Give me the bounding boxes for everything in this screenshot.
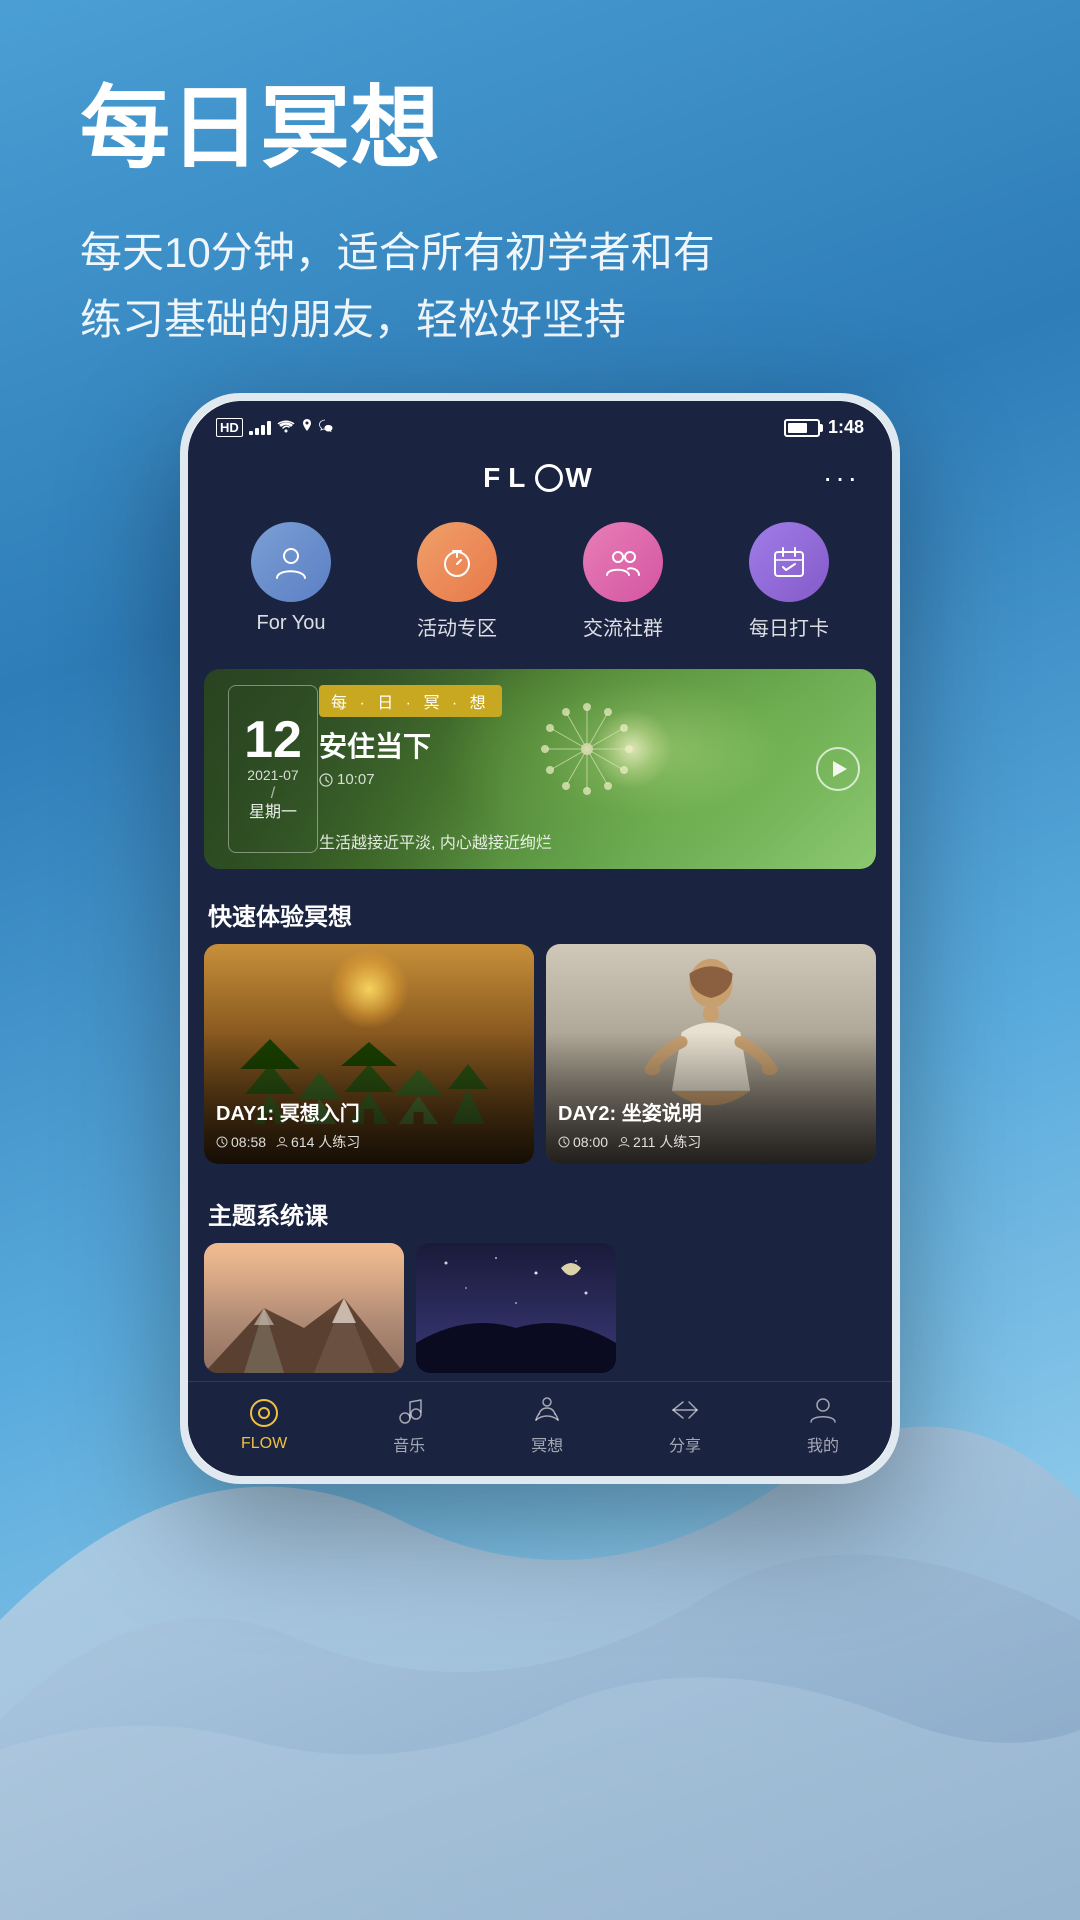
card-2-meta: 08:00 211 人练习 [558, 1132, 864, 1152]
signal-icon [249, 421, 271, 435]
phone-mockup: HD [180, 393, 900, 1484]
banner-description: 生活越接近平淡, 内心越接近绚烂 [319, 829, 816, 853]
time-display: 1:48 [828, 417, 864, 438]
night-sky-icon [416, 1243, 616, 1373]
nav-profile[interactable]: 我的 [807, 1394, 839, 1456]
hd-icon: HD [216, 418, 243, 437]
phone-screen: HD [188, 401, 892, 1476]
sub-desc-line1: 每天10分钟，适合所有初学者和有 [80, 229, 715, 276]
sub-description: 每天10分钟，适合所有初学者和有 练习基础的朋友，轻松好坚持 [80, 219, 1000, 353]
sub-desc-line2: 练习基础的朋友，轻松好坚持 [80, 296, 626, 343]
theme-card-night[interactable] [416, 1243, 616, 1373]
main-title: 每日冥想 [80, 80, 1000, 179]
activity-label: 活动专区 [417, 612, 497, 641]
card-1-duration: 08:58 [216, 1132, 266, 1152]
category-daily[interactable]: 每日打卡 [749, 522, 829, 641]
banner-time: 10:07 [319, 771, 826, 788]
person-small-icon [276, 1136, 288, 1148]
nav-meditation-label: 冥想 [531, 1432, 563, 1456]
card-1-title: DAY1: 冥想入门 [216, 1097, 522, 1126]
wifi-icon [277, 417, 295, 438]
flow-nav-icon [248, 1397, 280, 1429]
nav-profile-label: 我的 [807, 1432, 839, 1456]
category-community[interactable]: 交流社群 [583, 522, 663, 641]
category-for-you[interactable]: For You [251, 522, 331, 641]
date-day: 12 [244, 714, 302, 766]
date-year: 2021-07 [247, 766, 298, 786]
card-1-participants: 614 人练习 [276, 1132, 360, 1152]
category-activity[interactable]: 活动专区 [417, 522, 497, 641]
bottom-navigation: FLOW 音乐 冥想 [188, 1381, 892, 1476]
more-menu-button[interactable]: ··· [823, 462, 860, 494]
daily-banner[interactable]: 12 2021-07 / 星期一 每 · 日 · 冥 · 想 安住当下 10:0… [204, 669, 876, 869]
activity-icon-circle [417, 522, 497, 602]
for-you-icon-circle [251, 522, 331, 602]
date-weekday: 星期一 [249, 802, 297, 824]
date-divider: / [271, 786, 275, 802]
card-1-meta: 08:58 614 人练习 [216, 1132, 522, 1152]
status-bar: HD [188, 401, 892, 446]
banner-tag: 每 · 日 · 冥 · 想 [319, 685, 502, 717]
person-small-icon2 [618, 1136, 630, 1148]
card-2-title: DAY2: 坐姿说明 [558, 1097, 864, 1126]
profile-nav-icon [807, 1394, 839, 1426]
theme-section: 主题系统课 [188, 1180, 892, 1381]
meditation-card-day2[interactable]: DAY2: 坐姿说明 08:00 211 人练习 [546, 944, 876, 1164]
clock-icon [319, 773, 333, 787]
nav-share-label: 分享 [669, 1432, 701, 1456]
logo-o-icon [535, 464, 563, 492]
nav-share[interactable]: 分享 [669, 1394, 701, 1456]
banner-title: 安住当下 [319, 725, 826, 765]
banner-content: 每 · 日 · 冥 · 想 安住当下 10:07 [319, 685, 826, 788]
community-label: 交流社群 [583, 612, 663, 641]
timer-icon [438, 543, 476, 581]
top-text-section: 每日冥想 每天10分钟，适合所有初学者和有 练习基础的朋友，轻松好坚持 [0, 0, 1080, 393]
meditation-nav-icon [531, 1394, 563, 1426]
for-you-label: For You [257, 612, 326, 635]
location-icon [301, 417, 313, 438]
nav-meditation[interactable]: 冥想 [531, 1394, 563, 1456]
app-header: FLW ··· [188, 446, 892, 502]
nav-music[interactable]: 音乐 [393, 1394, 425, 1456]
banner-time-value: 10:07 [337, 771, 375, 788]
wechat-icon [319, 417, 335, 438]
daily-icon-circle [749, 522, 829, 602]
card-1-content: DAY1: 冥想入门 08:58 614 人练习 [204, 1085, 534, 1164]
status-bar-left: HD [216, 417, 335, 438]
status-bar-right: 1:48 [784, 417, 864, 438]
quick-section-title: 快速体验冥想 [188, 881, 892, 944]
calendar-icon [770, 543, 808, 581]
card-2-content: DAY2: 坐姿说明 08:00 211 人练习 [546, 1085, 876, 1164]
theme-cards-row [188, 1243, 892, 1373]
app-logo: FLW [483, 462, 600, 494]
date-box: 12 2021-07 / 星期一 [228, 685, 318, 853]
share-nav-icon [669, 1394, 701, 1426]
community-icon-circle [583, 522, 663, 602]
nav-flow-label: FLOW [241, 1435, 287, 1453]
nav-flow[interactable]: FLOW [241, 1397, 287, 1453]
play-icon [833, 761, 847, 777]
card-2-participants: 211 人练习 [618, 1132, 701, 1152]
daily-label: 每日打卡 [749, 612, 829, 641]
clock-small-icon [216, 1136, 228, 1148]
theme-card-mountain[interactable] [204, 1243, 404, 1373]
theme-section-title: 主题系统课 [188, 1180, 892, 1243]
people-icon [604, 543, 642, 581]
card-2-duration: 08:00 [558, 1132, 608, 1152]
nav-music-label: 音乐 [393, 1432, 425, 1456]
person-icon [272, 543, 310, 581]
music-nav-icon [393, 1394, 425, 1426]
meditation-card-day1[interactable]: DAY1: 冥想入门 08:58 614 人练习 [204, 944, 534, 1164]
quick-meditation-cards: DAY1: 冥想入门 08:58 614 人练习 [188, 944, 892, 1180]
battery-icon [784, 419, 820, 437]
clock-small-icon2 [558, 1136, 570, 1148]
play-button[interactable] [816, 747, 860, 791]
category-row: For You 活动专区 [188, 502, 892, 657]
